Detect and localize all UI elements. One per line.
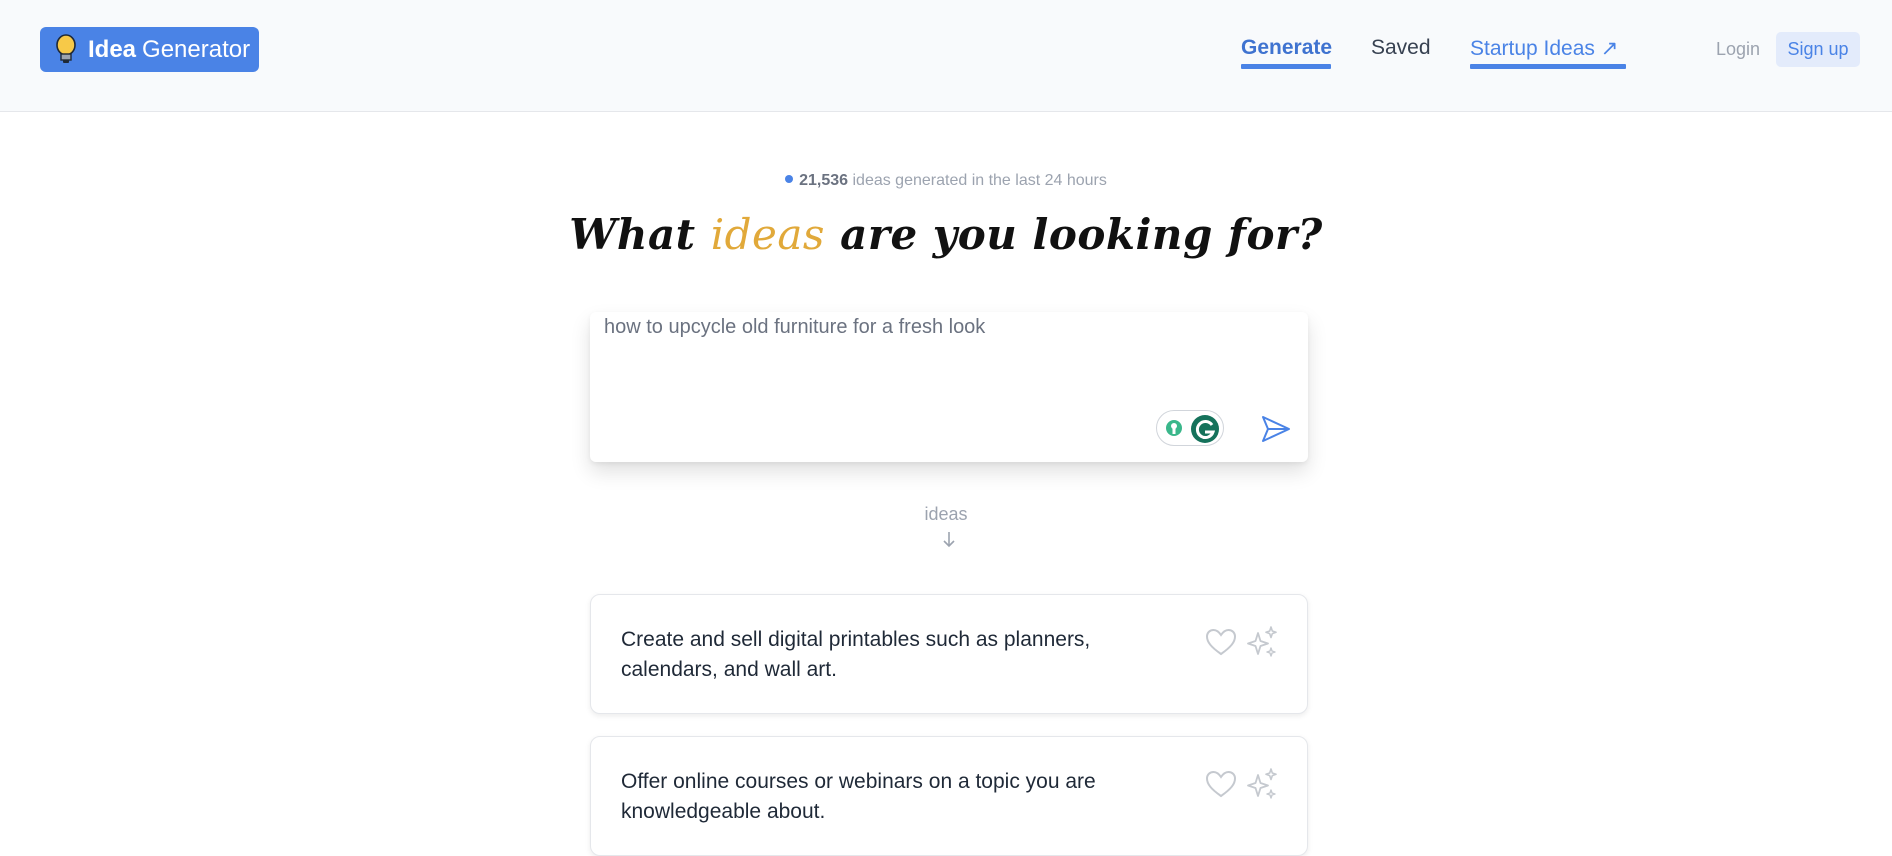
- idea-card: Offer online courses or webinars on a to…: [590, 736, 1308, 856]
- nav-saved[interactable]: Saved: [1371, 36, 1431, 60]
- idea-card: Create and sell digital printables such …: [590, 594, 1308, 714]
- nav-generate-underline: [1241, 64, 1331, 69]
- status-dot: [785, 174, 794, 183]
- ideas-count: 21,536: [799, 172, 849, 189]
- sparkle-icon[interactable]: [1245, 767, 1279, 801]
- login-link[interactable]: Login: [1716, 39, 1760, 60]
- logo-button[interactable]: Idea Generator: [40, 27, 259, 72]
- signup-button[interactable]: Sign up: [1776, 32, 1860, 67]
- title-part-1: What: [569, 210, 711, 259]
- idea-text: Create and sell digital printables such …: [621, 628, 1091, 681]
- top-header: Idea Generator Generate Saved Startup Id…: [0, 0, 1892, 112]
- grammarly-icon: [1166, 415, 1219, 443]
- title-part-2: are you looking for?: [824, 210, 1323, 259]
- grammarly-widget[interactable]: [1156, 410, 1224, 446]
- send-icon[interactable]: [1260, 413, 1292, 445]
- nav-generate[interactable]: Generate: [1241, 36, 1332, 60]
- prompt-input[interactable]: how to upcycle old furniture for a fresh…: [590, 312, 1308, 412]
- nav-startup-ideas[interactable]: Startup Ideas ↗: [1470, 36, 1618, 61]
- nav-startup-underline: [1470, 64, 1626, 69]
- sparkle-icon[interactable]: [1245, 625, 1279, 659]
- logo-text: Generator: [142, 35, 251, 63]
- stats-line: 21,536 ideas generated in the last 24 ho…: [0, 172, 1892, 190]
- ideas-label: ideas: [924, 504, 968, 524]
- title-accent: ideas: [710, 210, 825, 259]
- heart-icon[interactable]: [1205, 627, 1237, 657]
- heart-icon[interactable]: [1205, 769, 1237, 799]
- arrow-down-icon: [943, 532, 955, 548]
- lightbulb-icon: [56, 33, 76, 63]
- prompt-card: how to upcycle old furniture for a fresh…: [590, 312, 1308, 462]
- stats-text: ideas generated in the last 24 hours: [852, 172, 1107, 189]
- logo-bold-text: Idea: [88, 35, 137, 63]
- idea-text: Offer online courses or webinars on a to…: [621, 770, 1096, 823]
- page-title: What ideas are you looking for?: [0, 210, 1892, 259]
